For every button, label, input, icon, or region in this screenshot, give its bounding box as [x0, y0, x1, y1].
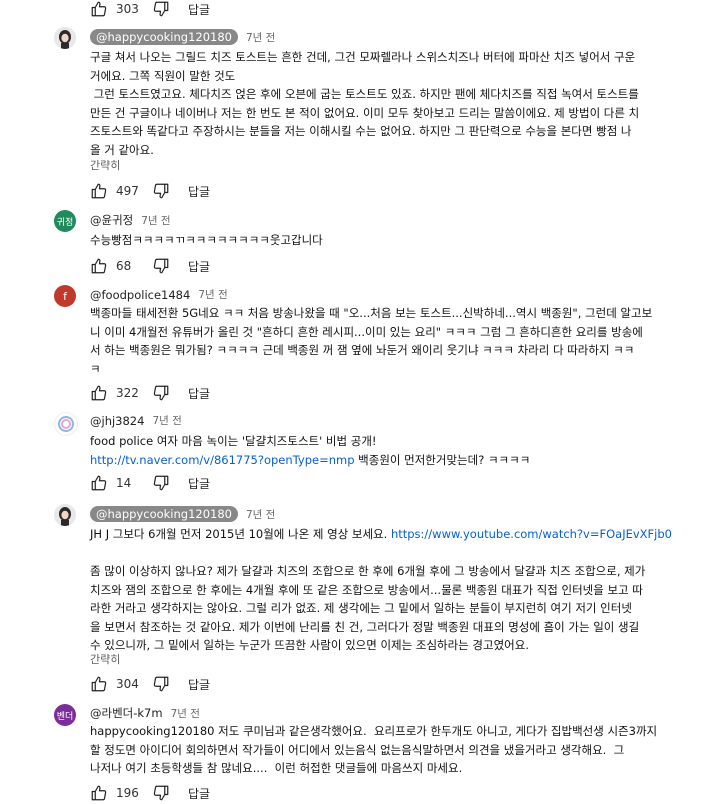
- comment-link[interactable]: https://www.youtube.com/watch?v=FOaJEvXF…: [391, 527, 672, 541]
- comment-header: @happycooking120180 7년 전: [90, 506, 275, 522]
- comment-header: @happycooking120180 7년 전: [90, 29, 275, 45]
- comment-time[interactable]: 7년 전: [141, 213, 170, 228]
- comment-author[interactable]: @윤귀정: [90, 212, 133, 228]
- show-less-button[interactable]: 간략히: [90, 651, 120, 667]
- action-bar: 497 답글: [90, 180, 210, 202]
- comment-time[interactable]: 7년 전: [152, 413, 181, 428]
- comment-time[interactable]: 7년 전: [198, 287, 227, 302]
- avatar[interactable]: 벤더: [54, 704, 76, 726]
- comment-text: JH J 그보다 6개월 먼저 2015년 10월에 나온 제 영상 보세요. …: [90, 527, 672, 652]
- thumb-down-icon[interactable]: [152, 182, 170, 200]
- comment-text: 구글 쳐서 나오는 그릴드 치즈 토스트는 흔한 건데, 그건 모짜렐라나 스위…: [90, 50, 640, 157]
- comment-time[interactable]: 7년 전: [246, 30, 275, 45]
- action-bar: 14 답글: [90, 472, 210, 494]
- like-count: 303: [116, 2, 139, 16]
- avatar[interactable]: 귀정: [54, 210, 76, 232]
- show-less-button[interactable]: 간략히: [90, 157, 120, 173]
- reply-button[interactable]: 답글: [188, 385, 210, 402]
- thumb-up-icon[interactable]: [90, 675, 108, 693]
- like-count: 196: [116, 786, 139, 800]
- reply-button[interactable]: 답글: [188, 258, 210, 275]
- comment-author[interactable]: @jhj3824: [90, 414, 144, 428]
- thumb-down-icon[interactable]: [152, 474, 170, 492]
- reply-button[interactable]: 답글: [188, 1, 210, 18]
- avatar[interactable]: [54, 27, 76, 49]
- reply-button[interactable]: 답글: [188, 475, 210, 492]
- top-action-bar: 303 답글: [90, 0, 210, 20]
- thumb-down-icon[interactable]: [152, 0, 170, 18]
- like-count: 322: [116, 386, 139, 400]
- like-count: 304: [116, 677, 139, 691]
- comment-text: 백종마들 태세전환 5G네요 ㅋㅋ 처음 방송나왔을 때 "오...처음 보는 …: [90, 306, 653, 376]
- comment-text: 수능빵점ㅋㅋㅋㅋㄲㅋㅋㅋㅋㅋㅋㅋㅋ웃고갑니다: [90, 233, 323, 247]
- action-bar: 68 답글: [90, 255, 210, 277]
- comment-time[interactable]: 7년 전: [246, 507, 275, 522]
- avatar[interactable]: [54, 412, 78, 436]
- reply-button[interactable]: 답글: [188, 676, 210, 693]
- thumb-up-icon[interactable]: [90, 474, 108, 492]
- comment-header: @라벤더-k7m 7년 전: [90, 705, 200, 721]
- like-count: 497: [116, 184, 139, 198]
- avatar[interactable]: [54, 504, 76, 526]
- reply-button[interactable]: 답글: [188, 183, 210, 200]
- action-bar: 196 답글: [90, 782, 210, 804]
- user-avatar-icon: [54, 27, 76, 49]
- comment-text: happycooking120180 저도 쿠미님과 같은생각했어요. 요리프로…: [90, 724, 658, 775]
- like-count: 14: [116, 476, 132, 490]
- user-avatar-icon: [54, 504, 76, 526]
- comment-time[interactable]: 7년 전: [171, 706, 200, 721]
- comment-header: @jhj3824 7년 전: [90, 413, 182, 428]
- thumb-up-icon[interactable]: [90, 182, 108, 200]
- thumb-down-icon[interactable]: [152, 384, 170, 402]
- avatar[interactable]: f: [54, 285, 76, 307]
- thumb-up-icon[interactable]: [90, 0, 108, 18]
- action-bar: 322 답글: [90, 382, 210, 404]
- thumb-up-icon[interactable]: [90, 784, 108, 802]
- thumb-down-icon[interactable]: [152, 784, 170, 802]
- comment-author[interactable]: @happycooking120180: [90, 29, 238, 45]
- action-bar: 304 답글: [90, 673, 210, 695]
- comment-author[interactable]: @happycooking120180: [90, 506, 238, 522]
- thumb-up-icon[interactable]: [90, 257, 108, 275]
- comment-author[interactable]: @라벤더-k7m: [90, 705, 163, 721]
- comment-text: food police 여자 마음 녹이는 '달걀치즈토스트' 비법 공개! ht…: [90, 434, 531, 467]
- comment-link[interactable]: http://tv.naver.com/v/861775?openType=nm…: [90, 453, 355, 467]
- comment-author[interactable]: @foodpolice1484: [90, 288, 190, 302]
- comment-header: @윤귀정 7년 전: [90, 212, 171, 228]
- thumb-down-icon[interactable]: [152, 675, 170, 693]
- reply-button[interactable]: 답글: [188, 785, 210, 802]
- thumb-down-icon[interactable]: [152, 257, 170, 275]
- comment-header: @foodpolice1484 7년 전: [90, 287, 228, 302]
- like-count: 68: [116, 259, 132, 273]
- user-avatar-icon: [58, 416, 74, 432]
- thumb-up-icon[interactable]: [90, 384, 108, 402]
